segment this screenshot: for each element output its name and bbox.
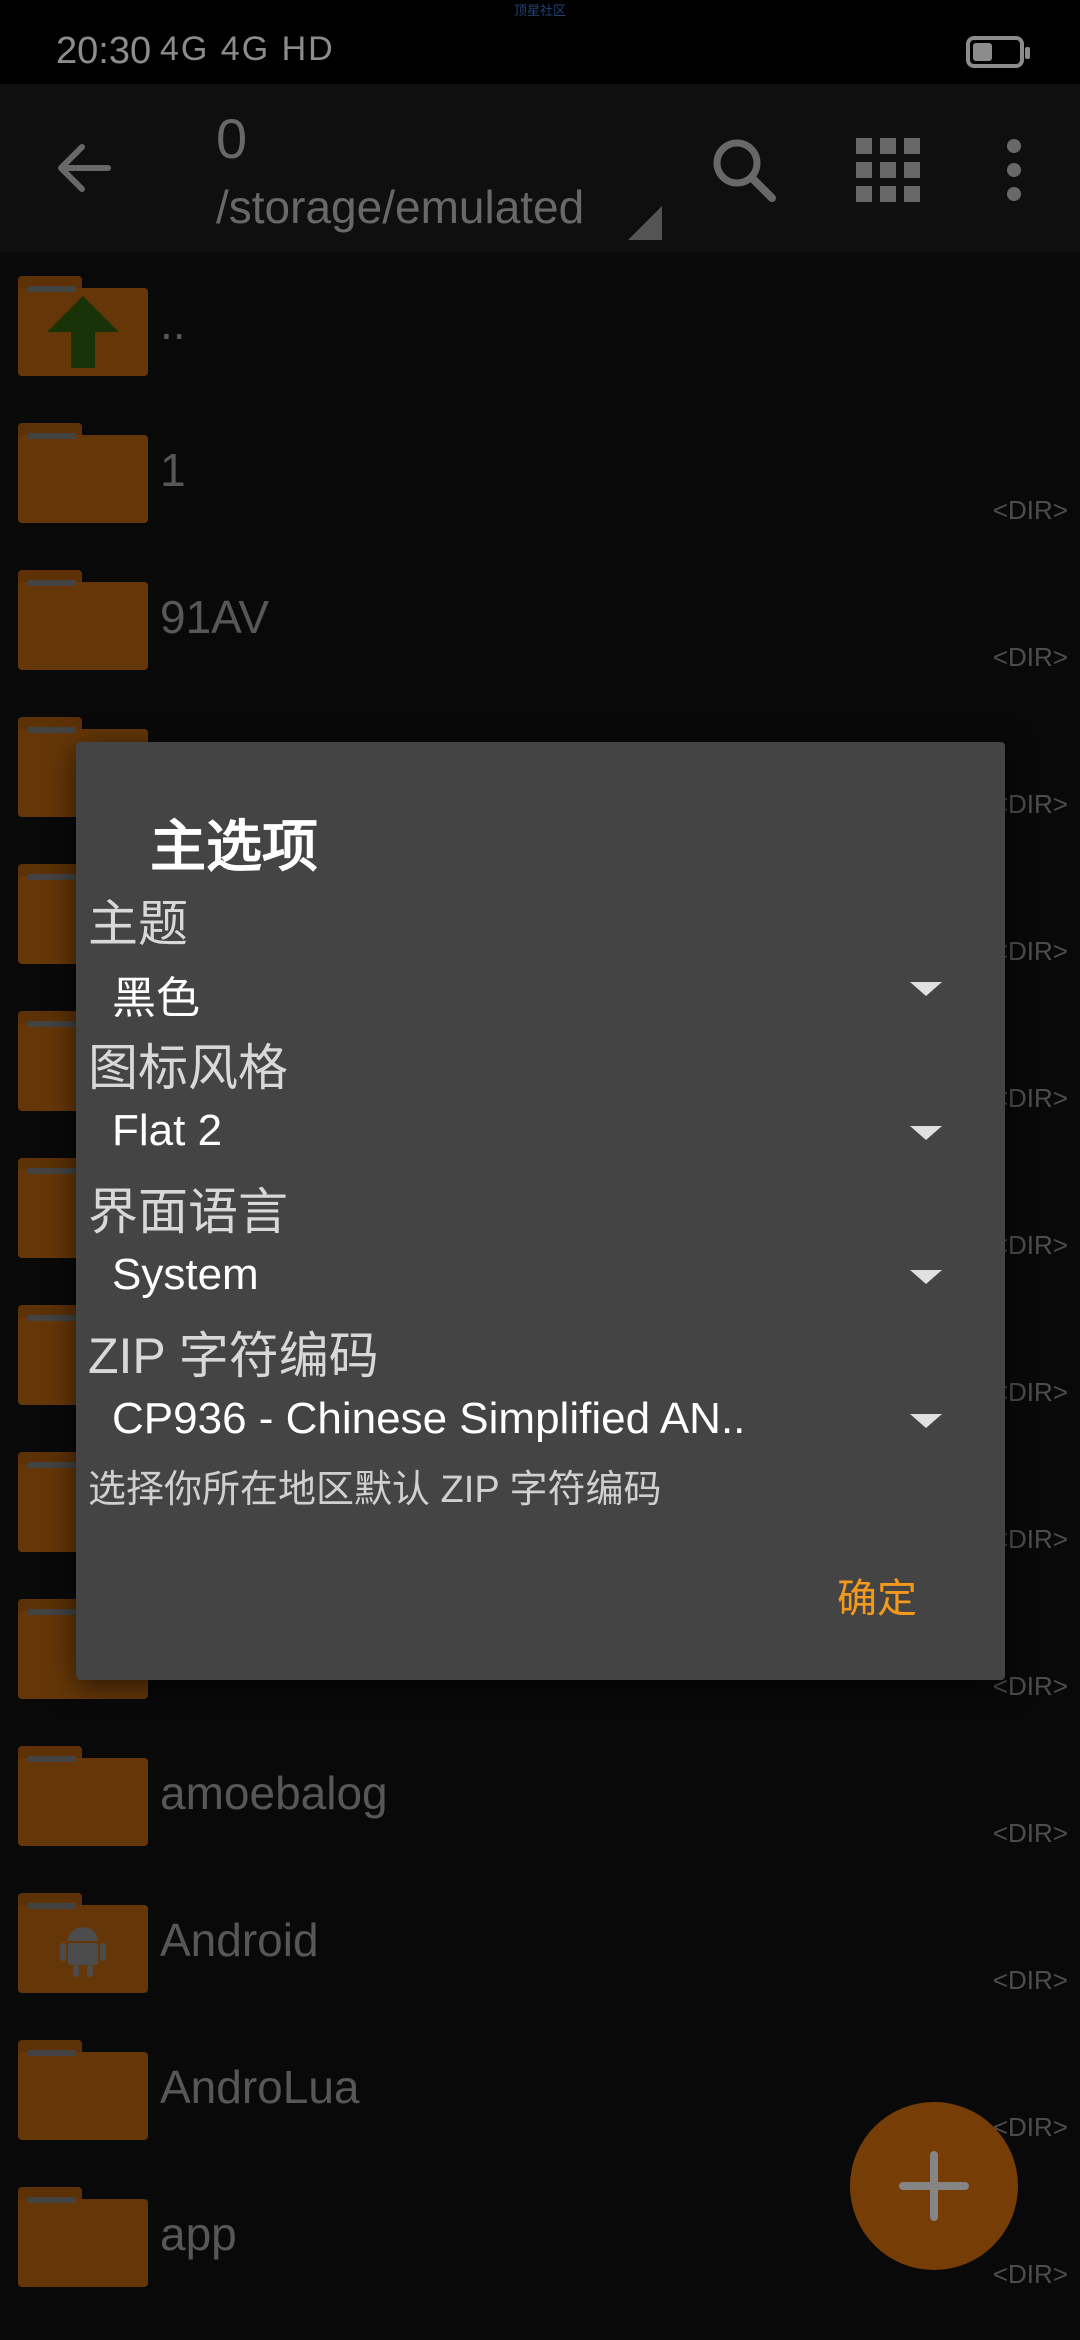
dropdown-caret-icon [910, 1126, 942, 1140]
main-options-dialog: 主选项 主题 黑色 图标风格 Flat 2 界面语言 System ZIP 字符… [76, 742, 1005, 1680]
dropdown-caret-icon [910, 1414, 942, 1428]
zip-encoding-value: CP936 - Chinese Simplified AN.. [112, 1394, 746, 1443]
dropdown-caret-icon [910, 982, 942, 996]
theme-value: 黑色 [112, 974, 200, 1023]
language-value: System [112, 1250, 259, 1299]
language-select[interactable]: System [112, 1240, 972, 1310]
zip-encoding-select[interactable]: CP936 - Chinese Simplified AN.. [112, 1384, 972, 1454]
icon-style-label: 图标风格 [88, 1040, 288, 1096]
icon-style-value: Flat 2 [112, 1106, 223, 1155]
dropdown-caret-icon [910, 1270, 942, 1284]
language-label: 界面语言 [88, 1184, 288, 1240]
icon-style-select[interactable]: Flat 2 [112, 1096, 972, 1166]
theme-select[interactable]: 黑色 [112, 952, 972, 1023]
zip-encoding-label: ZIP 字符编码 [88, 1328, 379, 1384]
dialog-title: 主选项 [150, 815, 318, 878]
ok-button[interactable]: 确定 [837, 1566, 917, 1624]
theme-label: 主题 [88, 896, 188, 952]
zip-encoding-hint: 选择你所在地区默认 ZIP 字符编码 [88, 1469, 662, 1511]
